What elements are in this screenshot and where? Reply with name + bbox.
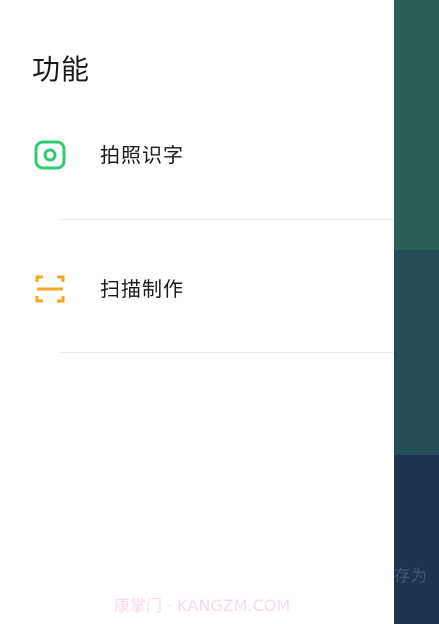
menu-divider [60,219,394,220]
function-drawer: 功能 拍照识字 扫描制作 康掌门 · KANGZM.COM [0,0,394,624]
menu-item-scan-create[interactable]: 扫描制作 [0,256,394,322]
screen: 存为 功能 拍照识字 扫描制作 康掌门 · KANGZM.COM [0,0,439,624]
background-band-bottom [394,455,439,624]
menu-item-scan-create-label: 扫描制作 [100,277,184,301]
menu-item-photo-ocr[interactable]: 拍照识字 [0,122,394,188]
drawer-title: 功能 [32,53,91,86]
menu-divider [60,352,394,353]
scan-icon [33,272,67,306]
background-band-top [394,0,439,250]
watermark: 康掌门 · KANGZM.COM [114,596,291,615]
background-save-text: 存为 [394,566,429,585]
background-app: 存为 [394,0,439,624]
background-band-middle [394,250,439,455]
menu-item-photo-ocr-label: 拍照识字 [100,143,184,167]
camera-icon [33,138,67,172]
